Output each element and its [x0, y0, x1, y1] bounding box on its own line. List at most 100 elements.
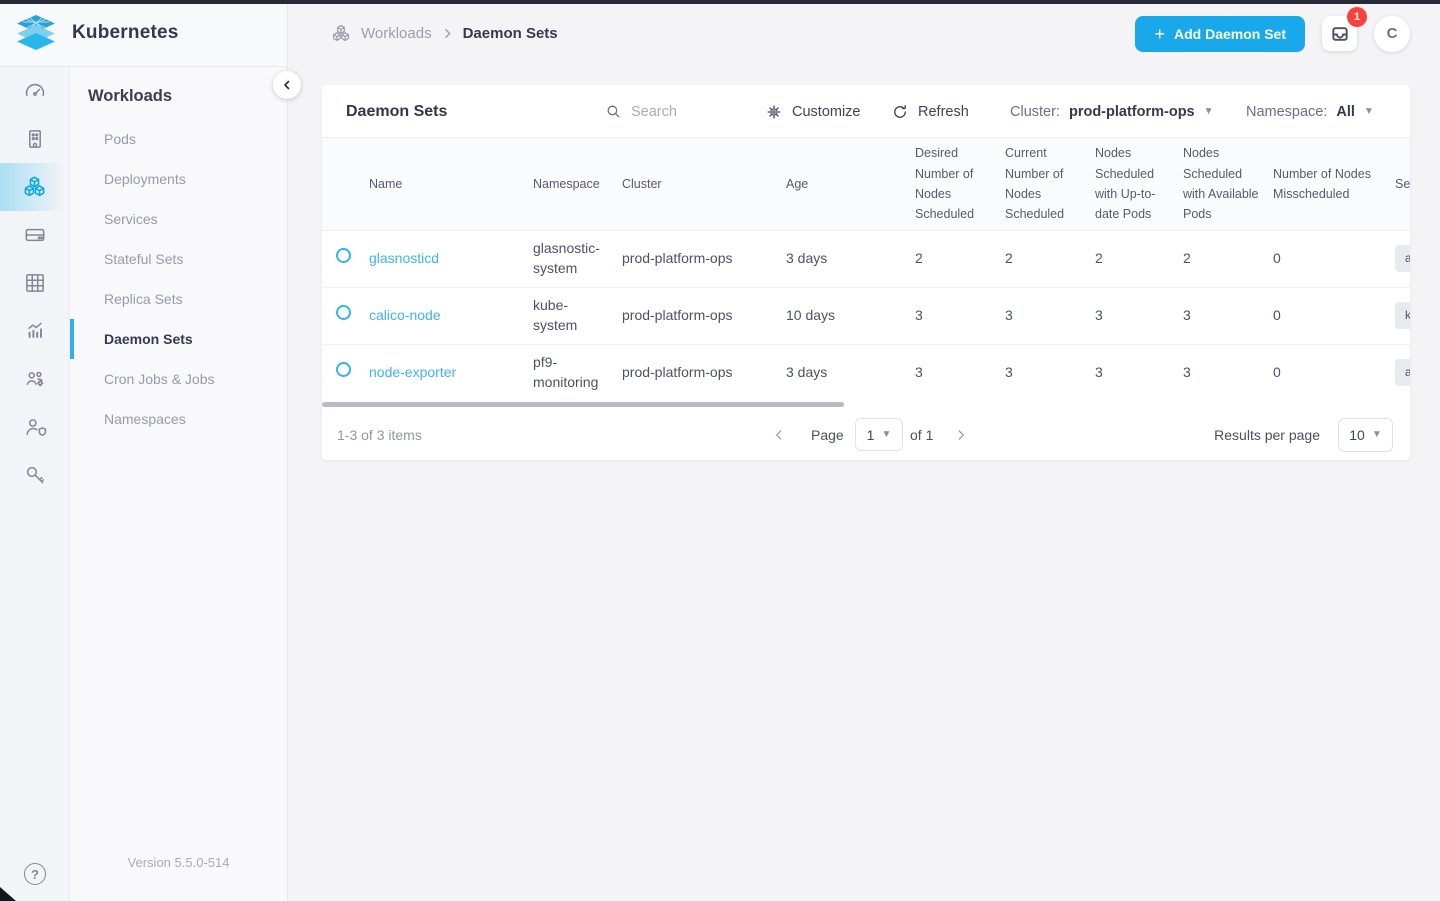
column-header-available[interactable]: Nodes Scheduled with Available Pods — [1183, 138, 1273, 230]
sidebar: Kubernetes ? Workloads Pods Deployments … — [0, 0, 288, 901]
cell-age: 3 days — [786, 363, 828, 380]
cell-desired: 2 — [915, 249, 923, 266]
cell-desired: 3 — [915, 363, 923, 380]
cell-current: 3 — [1005, 363, 1013, 380]
table-row: node-exporter pf9-monitoring prod-platfo… — [322, 344, 1410, 401]
sidebar-item-namespaces[interactable]: Namespaces — [70, 399, 287, 439]
monitoring-chart-icon[interactable] — [0, 307, 69, 355]
daemonset-name-link[interactable]: glasnosticd — [369, 250, 439, 266]
menu-heading: Workloads — [88, 87, 173, 105]
help-icon[interactable] — [0, 863, 70, 885]
column-header-cluster[interactable]: Cluster — [622, 138, 786, 230]
row-radio[interactable] — [336, 362, 351, 378]
search-icon — [607, 105, 620, 118]
workloads-cubes-icon[interactable] — [0, 163, 69, 211]
previous-page-button[interactable] — [772, 408, 786, 461]
refresh-icon — [894, 104, 906, 118]
workloads-cubes-icon — [332, 24, 350, 41]
topbar: Workloads Daemon Sets + Add Daemon Set 1… — [288, 0, 1440, 67]
breadcrumb: Workloads Daemon Sets — [330, 23, 558, 45]
sidebar-item-stateful-sets[interactable]: Stateful Sets — [70, 239, 287, 279]
cell-available: 3 — [1183, 363, 1191, 380]
cell-misscheduled: 0 — [1273, 249, 1281, 266]
sidebar-item-replica-sets[interactable]: Replica Sets — [70, 279, 287, 319]
search-input[interactable] — [631, 103, 741, 120]
app-title: Kubernetes — [72, 22, 179, 43]
selector-chip: k — [1395, 301, 1410, 330]
cell-misscheduled: 0 — [1273, 306, 1281, 323]
column-header-current[interactable]: Current Number of Nodes Scheduled — [1005, 138, 1095, 230]
table-scroll-viewport: Name Namespace Cluster Age Desired Numbe… — [322, 138, 1410, 401]
namespace-dropdown[interactable]: Namespace: All ▼ — [1246, 85, 1374, 138]
cell-cluster: prod-platform-ops — [622, 306, 733, 323]
page-label: Page — [811, 426, 844, 443]
sidebar-collapse-button[interactable] — [273, 71, 301, 99]
cell-current: 3 — [1005, 306, 1013, 323]
refresh-button[interactable]: Refresh — [891, 85, 969, 138]
user-shield-icon[interactable] — [0, 403, 69, 451]
dashboard-icon[interactable] — [0, 67, 69, 115]
column-header-desired[interactable]: Desired Number of Nodes Scheduled — [915, 138, 1005, 230]
table-row: calico-node kube-system prod-platform-op… — [322, 287, 1410, 344]
next-page-button[interactable] — [954, 408, 968, 461]
cell-up-to-date: 3 — [1095, 363, 1103, 380]
apps-grid-icon[interactable] — [0, 259, 69, 307]
breadcrumb-chevron-icon — [444, 29, 450, 38]
column-header-misscheduled[interactable]: Number of Nodes Misscheduled — [1273, 138, 1395, 230]
column-header-name[interactable]: Name — [369, 138, 533, 230]
table-row: glasnosticd glasnostic-system prod-platf… — [322, 230, 1410, 287]
notifications-button[interactable]: 1 — [1322, 7, 1367, 51]
panel-toolbar: Daemon Sets Customize Refresh Cluster: — [322, 85, 1410, 138]
sidebar-menu: Workloads Pods Deployments Services Stat… — [70, 67, 287, 901]
cell-cluster: prod-platform-ops — [622, 363, 733, 380]
cell-available: 3 — [1183, 306, 1191, 323]
chevron-left-icon — [776, 429, 782, 440]
cell-cluster: prod-platform-ops — [622, 249, 733, 266]
api-key-icon[interactable] — [0, 451, 69, 499]
sidebar-item-cron-jobs[interactable]: Cron Jobs & Jobs — [70, 359, 287, 399]
selector-chip: a — [1395, 359, 1410, 387]
row-radio[interactable] — [336, 305, 351, 321]
chevron-down-icon: ▼ — [1363, 106, 1374, 117]
cell-up-to-date: 3 — [1095, 306, 1103, 323]
brand-header[interactable]: Kubernetes — [0, 0, 287, 67]
breadcrumb-workloads[interactable]: Workloads — [361, 25, 432, 42]
chevron-down-icon: ▼ — [881, 429, 892, 440]
active-indicator-bar — [70, 319, 74, 359]
daemonset-name-link[interactable]: calico-node — [369, 307, 441, 323]
sidebar-item-pods[interactable]: Pods — [70, 119, 287, 159]
sidebar-item-daemon-sets[interactable]: Daemon Sets — [70, 319, 287, 359]
row-radio[interactable] — [336, 248, 351, 264]
gear-icon — [767, 105, 781, 118]
page-count-label: of 1 — [910, 426, 934, 443]
search-box[interactable] — [605, 85, 741, 138]
results-per-page-label: Results per page — [1214, 426, 1320, 443]
scrollbar-thumb[interactable] — [322, 402, 845, 407]
infrastructure-icon[interactable] — [0, 115, 69, 163]
plus-icon: + — [1154, 23, 1165, 44]
add-daemon-set-button[interactable]: + Add Daemon Set — [1135, 15, 1305, 52]
column-header-up-to-date[interactable]: Nodes Scheduled with Up-to-date Pods — [1095, 138, 1183, 230]
sidebar-item-services[interactable]: Services — [70, 199, 287, 239]
cluster-dropdown[interactable]: Cluster: prod-platform-ops ▼ — [1010, 85, 1214, 138]
user-avatar[interactable]: C — [1374, 15, 1410, 52]
items-summary: 1-3 of 3 items — [337, 426, 422, 443]
page-select[interactable]: 1 ▼ — [855, 418, 903, 451]
mouse-cursor — [0, 887, 16, 901]
cell-namespace: pf9-monitoring — [533, 353, 599, 390]
cell-desired: 3 — [915, 306, 923, 323]
cell-namespace: glasnostic-system — [533, 239, 600, 276]
daemonset-name-link[interactable]: node-exporter — [369, 364, 456, 380]
storage-icon[interactable] — [0, 211, 69, 259]
sidebar-item-deployments[interactable]: Deployments — [70, 159, 287, 199]
breadcrumb-current: Daemon Sets — [462, 25, 558, 42]
inbox-tray-icon — [1331, 26, 1348, 41]
column-header-age[interactable]: Age — [786, 138, 915, 230]
cell-misscheduled: 0 — [1273, 363, 1281, 380]
results-per-page-select[interactable]: 10 ▼ — [1338, 417, 1393, 452]
column-header-selector[interactable]: Selector — [1395, 138, 1410, 230]
column-header-namespace[interactable]: Namespace — [533, 138, 622, 230]
users-settings-icon[interactable] — [0, 355, 69, 403]
table-header-row: Name Namespace Cluster Age Desired Numbe… — [322, 138, 1410, 230]
customize-button[interactable]: Customize — [765, 85, 861, 138]
